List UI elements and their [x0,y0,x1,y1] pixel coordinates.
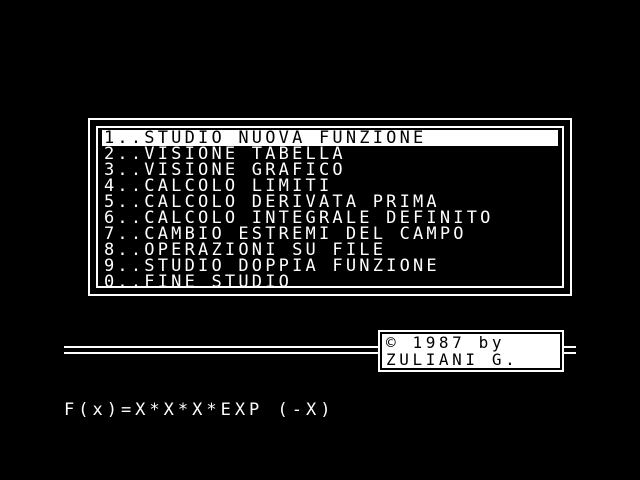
copyright-author: ZULIANI G. [386,350,519,369]
main-menu: 1..STUDIO NUOVA FUNZIONE 2..VISIONE TABE… [88,118,572,296]
main-menu-list: 1..STUDIO NUOVA FUNZIONE 2..VISIONE TABE… [96,126,564,291]
copyright-box: © 1987 by ZULIANI G. [378,330,564,372]
copyright-inner: © 1987 by ZULIANI G. [382,334,560,368]
menu-item-fine-studio[interactable]: 0..FINE STUDIO [102,274,558,291]
current-function-formula: F(x)=X*X*X*EXP (-X) [64,400,335,420]
copyright-line1: © 1987 by [386,333,506,352]
app-title: FUNZIONI PIANE [60,38,580,102]
